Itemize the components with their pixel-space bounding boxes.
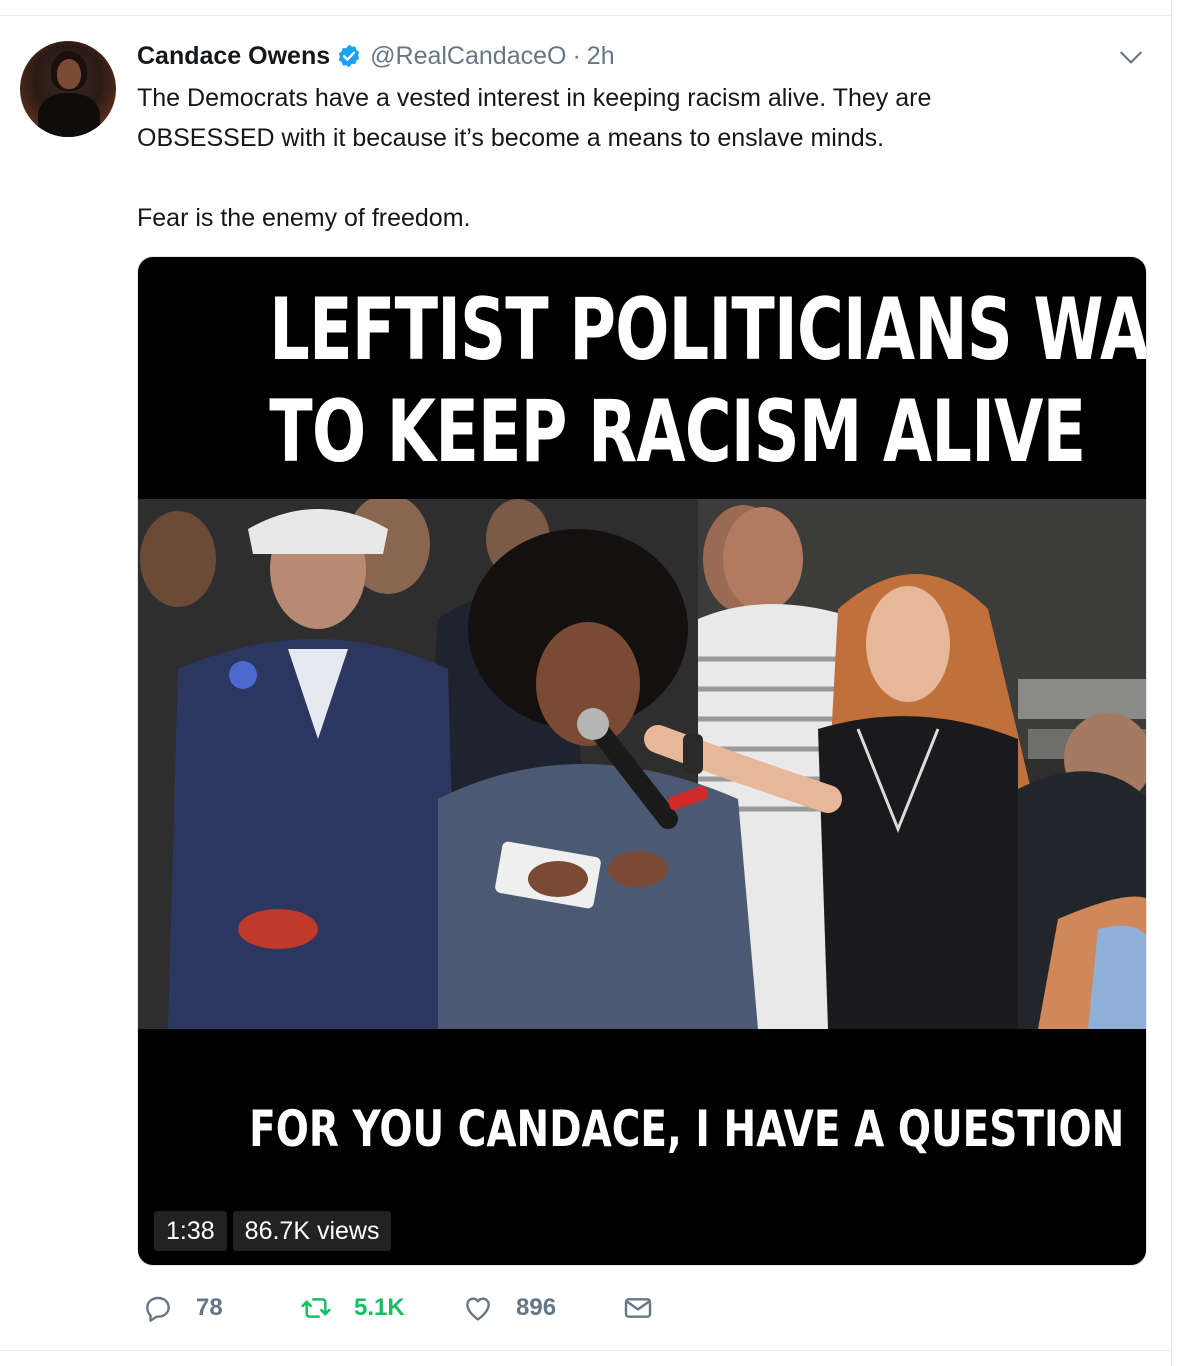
divider-top bbox=[0, 15, 1172, 16]
video-player[interactable]: LEFTIST POLITICIANS WANT TO KEEP RACISM … bbox=[137, 256, 1147, 1266]
video-headline-line-1: LEFTIST POLITICIANS WANT bbox=[269, 280, 1147, 380]
retweet-count: 5.1K bbox=[354, 1294, 405, 1321]
avatar-body bbox=[38, 93, 100, 137]
like-count: 896 bbox=[516, 1294, 557, 1321]
author-handle[interactable]: @RealCandaceO bbox=[370, 42, 566, 71]
tweet-text-paragraph-2: Fear is the enemy of freedom. bbox=[137, 204, 471, 232]
video-subtitle: FOR YOU CANDACE, I HAVE A QUESTION bbox=[249, 1100, 1125, 1158]
avatar[interactable] bbox=[20, 41, 116, 137]
envelope-icon bbox=[624, 1298, 652, 1318]
video-duration-badge: 1:38 bbox=[154, 1211, 227, 1251]
tweet-actions: 78 5.1K 896 bbox=[142, 1288, 662, 1328]
retweet-button[interactable]: 5.1K bbox=[300, 1292, 462, 1324]
heart-icon bbox=[466, 1297, 490, 1321]
video-views-badge: 86.7K views bbox=[232, 1211, 392, 1251]
avatar-face bbox=[57, 59, 81, 89]
reply-button[interactable]: 78 bbox=[142, 1292, 300, 1324]
direct-message-button[interactable] bbox=[622, 1292, 662, 1324]
separator-dot: · bbox=[572, 41, 581, 70]
author-name[interactable]: Candace Owens bbox=[137, 42, 330, 71]
reply-icon bbox=[146, 1296, 170, 1322]
retweet-icon bbox=[301, 1298, 331, 1318]
chevron-down-icon[interactable] bbox=[1118, 44, 1144, 70]
like-button[interactable]: 896 bbox=[462, 1292, 622, 1324]
video-headline: LEFTIST POLITICIANS WANT TO KEEP RACISM … bbox=[269, 279, 1147, 483]
reply-count: 78 bbox=[196, 1294, 223, 1321]
video-headline-line-2: TO KEEP RACISM ALIVE bbox=[269, 382, 1086, 482]
tweet-header: Candace Owens @RealCandaceO · 2h bbox=[137, 38, 615, 74]
tweet-card[interactable]: Candace Owens @RealCandaceO · 2h The Dem… bbox=[0, 0, 1172, 1366]
divider-bottom bbox=[0, 1350, 1172, 1351]
tweet-text-line-2: OBSESSED with it because it’s become a m… bbox=[137, 124, 885, 152]
video-meta-badges: 1:38 86.7K views bbox=[154, 1211, 392, 1251]
tweet-timestamp[interactable]: 2h bbox=[587, 42, 615, 71]
verified-badge-icon bbox=[338, 44, 360, 68]
video-frame-image bbox=[138, 499, 1146, 1029]
video-frame-illustration bbox=[138, 499, 1146, 1029]
tweet-text: The Democrats have a vested interest in … bbox=[137, 78, 1147, 238]
tweet-text-line-1: The Democrats have a vested interest in … bbox=[137, 84, 932, 112]
